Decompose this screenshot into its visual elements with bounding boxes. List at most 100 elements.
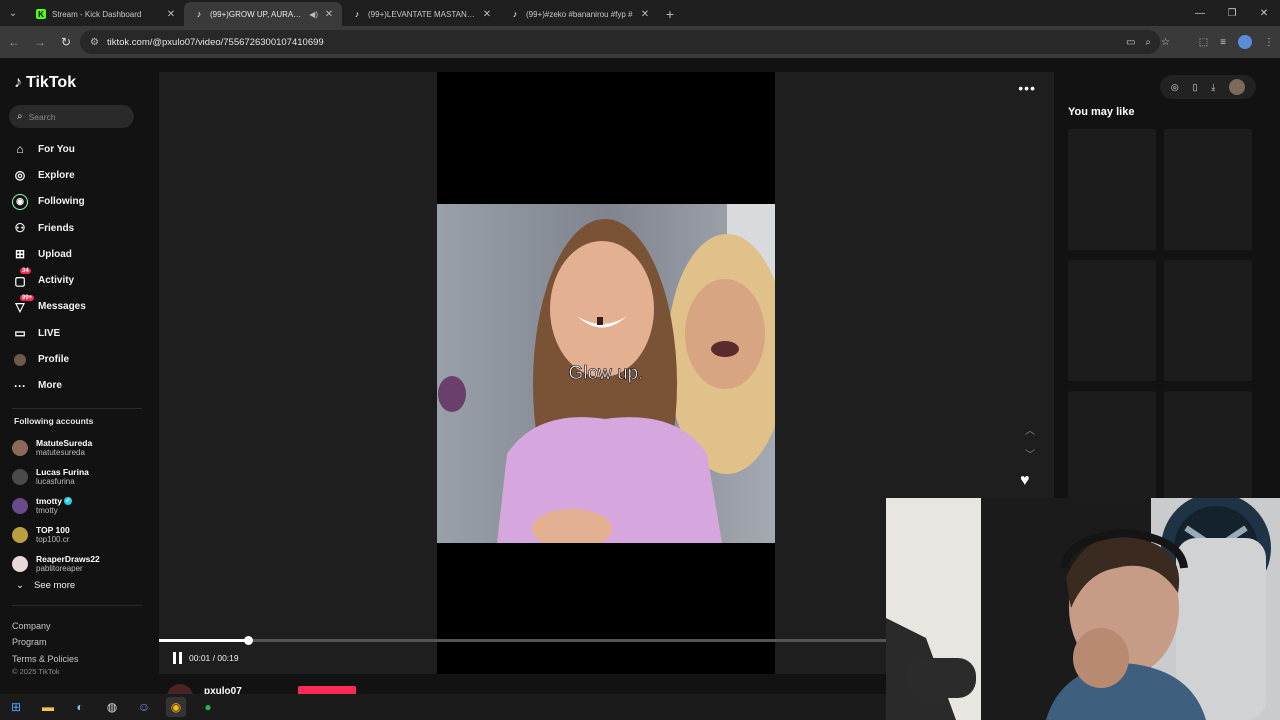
- tab-title: (99+)#zeko #bananirou #fyp #: [526, 9, 633, 19]
- obs-icon[interactable]: ◍: [102, 697, 122, 717]
- media-control-icon[interactable]: ≡: [1220, 37, 1226, 48]
- nav-label: Upload: [38, 248, 72, 260]
- activity-badge: 34: [20, 268, 31, 275]
- browser-extensions: ⬚ ≡ ⋮: [1199, 30, 1274, 54]
- footer-link-program[interactable]: Program: [12, 634, 79, 650]
- footer-link-company[interactable]: Company: [12, 618, 79, 634]
- nav-explore[interactable]: ◎ Explore: [12, 162, 142, 188]
- you-may-like-title: You may like: [1068, 106, 1135, 118]
- nav-label: Activity: [38, 275, 75, 287]
- divider: [12, 408, 142, 409]
- nav-profile[interactable]: Profile: [12, 346, 142, 372]
- previous-video-icon[interactable]: ︿: [1025, 422, 1035, 437]
- zoom-icon[interactable]: ⌕: [1145, 37, 1151, 48]
- tab-title: Stream - Kick Dashboard: [52, 9, 142, 19]
- close-tab-icon[interactable]: ✕: [324, 9, 334, 20]
- nav-upload[interactable]: ⊞ Upload: [12, 241, 142, 267]
- windows-start-icon[interactable]: ⊞: [6, 697, 26, 717]
- close-tab-icon[interactable]: ✕: [640, 9, 650, 20]
- search-input[interactable]: [28, 111, 119, 122]
- account-item[interactable]: Lucas Furina lucasfurina: [12, 462, 147, 491]
- nav-live[interactable]: ▭ LIVE: [12, 320, 142, 346]
- search-box[interactable]: ⌕: [9, 105, 134, 128]
- account-avatar: [12, 468, 28, 485]
- nav-for-you[interactable]: ⌂ For You: [12, 136, 142, 162]
- recommendation-card[interactable]: [1068, 129, 1156, 250]
- discord-icon[interactable]: ☺: [134, 697, 154, 717]
- nav-messages[interactable]: ▽ 99+ Messages: [12, 294, 142, 320]
- video-frame-image: Glow up.: [437, 204, 775, 543]
- nav-following[interactable]: ◉ Following: [12, 189, 142, 215]
- nav-activity[interactable]: ▢ 34 Activity: [12, 267, 142, 293]
- divider: [12, 605, 142, 606]
- author-name[interactable]: pxulo07: [204, 686, 242, 694]
- account-item[interactable]: ReaperDraws22 pablitoreaper: [12, 549, 147, 578]
- close-tab-icon[interactable]: ✕: [482, 9, 492, 20]
- new-tab-button[interactable]: +: [658, 2, 682, 26]
- streamer-webcam-overlay: [886, 498, 1280, 720]
- browser-profile-avatar[interactable]: [1238, 35, 1252, 49]
- footer-link-terms[interactable]: Terms & Policies: [12, 651, 79, 667]
- restore-icon[interactable]: ❐: [1216, 0, 1248, 26]
- recommendation-card[interactable]: [1164, 260, 1252, 381]
- pause-icon[interactable]: [173, 652, 183, 664]
- account-item[interactable]: tmotty ✓ tmotty: [12, 491, 147, 520]
- file-explorer-icon[interactable]: ▬: [38, 697, 58, 717]
- follow-button[interactable]: [298, 686, 356, 694]
- steam-icon[interactable]: ◐: [70, 697, 90, 717]
- device-icon[interactable]: ▯: [1193, 82, 1198, 93]
- video-progress-bar[interactable]: [159, 636, 886, 645]
- recommendation-card[interactable]: [1164, 129, 1252, 250]
- tab-tiktok-zeko[interactable]: ♪ (99+)#zeko #bananirou #fyp # ✕: [500, 2, 658, 26]
- minimize-icon[interactable]: —: [1184, 0, 1216, 26]
- logo-text: TikTok: [26, 74, 77, 91]
- more-icon: ···: [14, 378, 26, 393]
- user-avatar[interactable]: [1229, 79, 1246, 95]
- close-window-icon[interactable]: ✕: [1248, 0, 1280, 26]
- download-icon[interactable]: ⤓: [1211, 82, 1215, 93]
- account-item[interactable]: TOP 100 top100.cr: [12, 520, 147, 549]
- tab-kick-dashboard[interactable]: K Stream - Kick Dashboard ✕: [26, 2, 184, 26]
- address-bar[interactable]: ⚙ tiktok.com/@pxulo07/video/755672630010…: [80, 30, 1160, 54]
- site-info-icon[interactable]: ⚙: [90, 37, 99, 48]
- upload-icon: ⊞: [14, 247, 26, 262]
- browser-tab-bar: ⌄ K Stream - Kick Dashboard ✕ ♪ (99+)GRO…: [0, 0, 1280, 26]
- back-arrow-icon[interactable]: ←: [2, 30, 26, 54]
- account-avatar: [12, 555, 28, 572]
- tiktok-logo[interactable]: ♪ TikTok: [14, 74, 76, 92]
- following-accounts-list: MatuteSureda matutesureda Lucas Furina l…: [12, 433, 147, 578]
- top-right-toolbar: ◎ ▯ ⤓: [1160, 75, 1256, 99]
- video-player[interactable]: Glow up.: [437, 204, 775, 543]
- omnibox-actions: ▭ ⌕ ☆: [1126, 30, 1170, 54]
- forward-arrow-icon[interactable]: →: [28, 30, 52, 54]
- progress-handle[interactable]: [243, 636, 253, 645]
- live-icon: ▭: [14, 326, 26, 341]
- nav-label: For You: [38, 143, 75, 155]
- see-more-button[interactable]: ⌄ See more: [16, 580, 75, 591]
- recommendation-card[interactable]: [1068, 391, 1156, 498]
- like-heart-icon[interactable]: ♥: [1020, 472, 1030, 490]
- chrome-icon[interactable]: ◉: [166, 697, 186, 717]
- profile-avatar: [14, 353, 26, 366]
- spotify-icon[interactable]: ●: [198, 697, 218, 717]
- recommendation-card[interactable]: [1068, 260, 1156, 381]
- tab-audio-icon[interactable]: ◀): [309, 10, 318, 19]
- tab-tiktok-levantate[interactable]: ♪ (99+)LEVANTATE MASTANTUO ✕: [342, 2, 500, 26]
- account-handle: top100.cr: [36, 534, 70, 544]
- tab-search-chevron-icon[interactable]: ⌄: [0, 0, 26, 26]
- more-options-icon[interactable]: •••: [1018, 80, 1036, 96]
- nav-more[interactable]: ··· More: [12, 373, 142, 399]
- next-video-icon[interactable]: ﹀: [1025, 446, 1035, 461]
- nav-friends[interactable]: ⚇ Friends: [12, 215, 142, 241]
- account-item[interactable]: MatuteSureda matutesureda: [12, 433, 147, 462]
- cast-icon[interactable]: ▭: [1126, 37, 1135, 48]
- bookmark-star-icon[interactable]: ☆: [1161, 37, 1170, 48]
- reload-icon[interactable]: ↻: [54, 30, 78, 54]
- recommendation-card[interactable]: [1164, 391, 1252, 498]
- browser-menu-icon[interactable]: ⋮: [1264, 37, 1274, 48]
- author-avatar[interactable]: [167, 684, 193, 694]
- extensions-icon[interactable]: ⬚: [1199, 37, 1208, 48]
- close-tab-icon[interactable]: ✕: [166, 9, 176, 20]
- coin-icon[interactable]: ◎: [1171, 82, 1179, 93]
- tab-tiktok-grow-up[interactable]: ♪ (99+)GROW UP, AURAAA # ◀) ✕: [184, 2, 342, 26]
